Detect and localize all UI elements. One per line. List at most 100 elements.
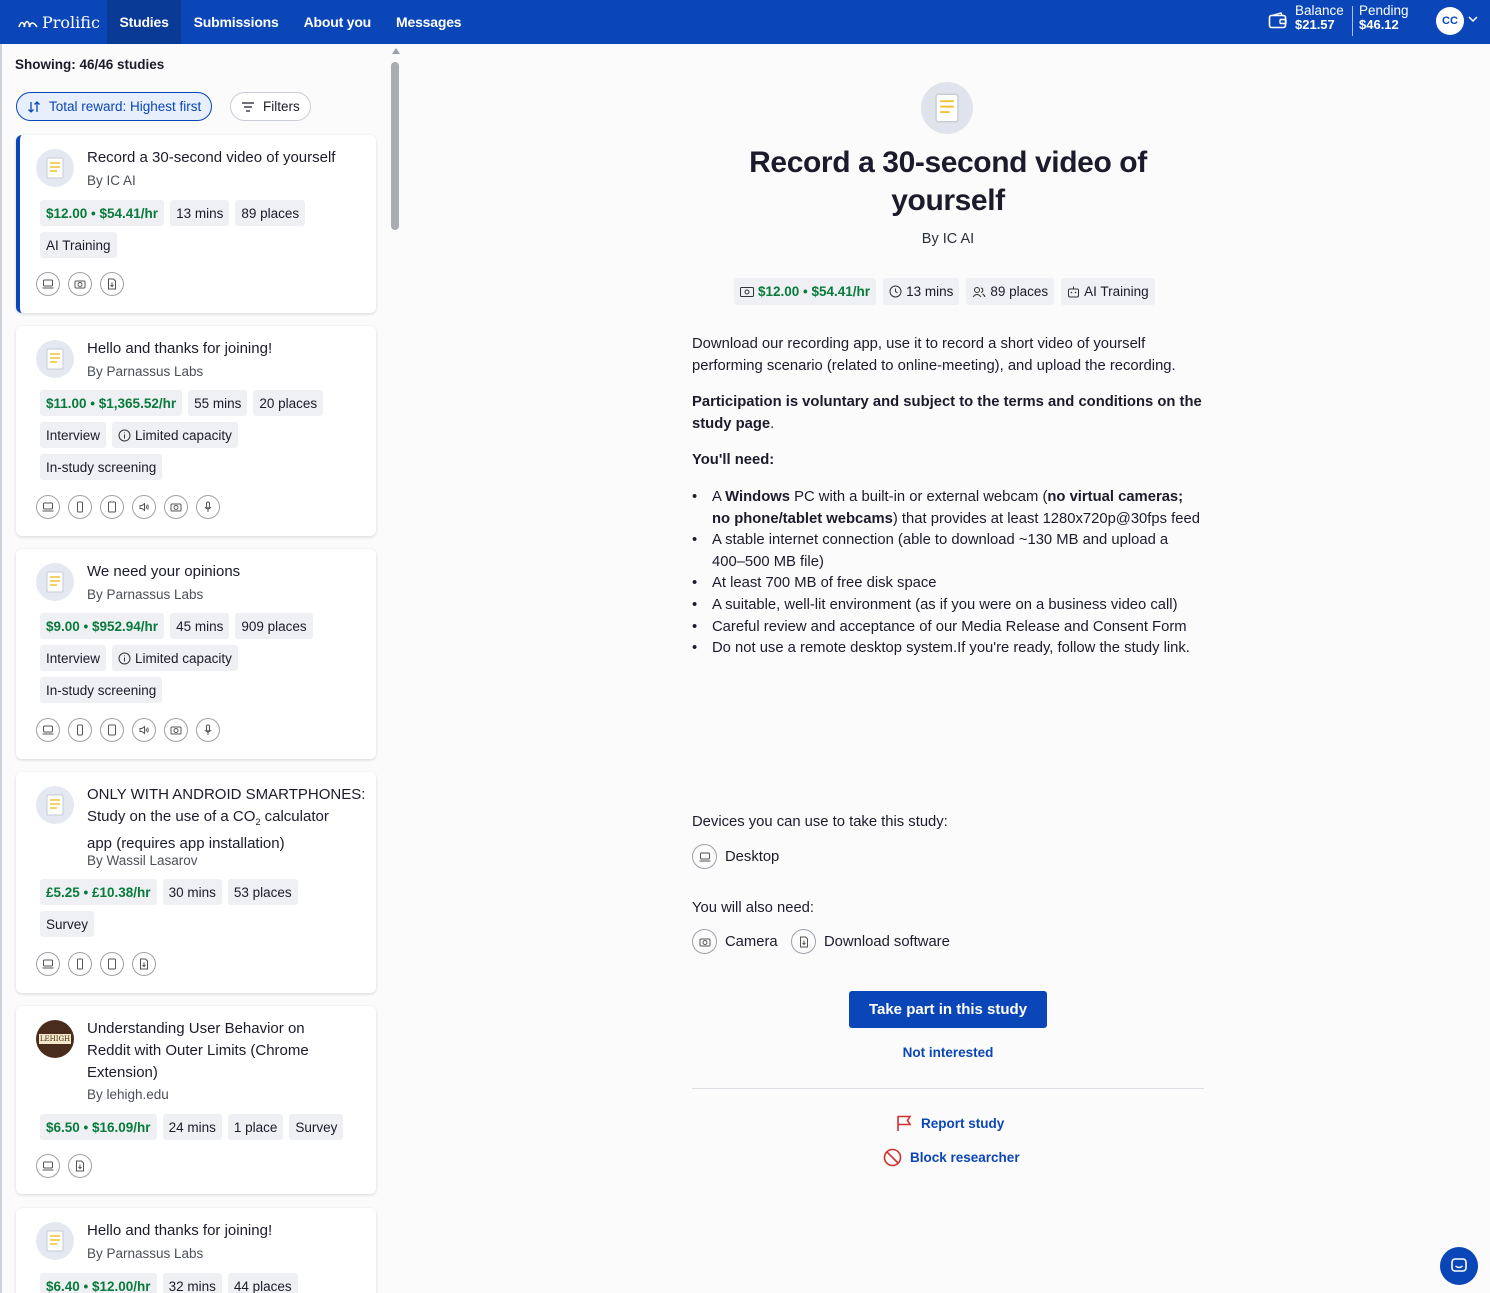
audio-icon bbox=[132, 718, 156, 742]
download-software-icon bbox=[132, 952, 156, 976]
list-text: PC with a built-in or external webcam ( bbox=[789, 488, 1048, 505]
places-tag: 53 places bbox=[227, 879, 298, 905]
sort-label: Total reward: Highest first bbox=[49, 99, 202, 114]
study-title: We need your opinions bbox=[87, 563, 241, 580]
study-researcher: By Wassil Lasarov bbox=[87, 853, 198, 868]
prolific-logo[interactable]: Prolific bbox=[0, 13, 107, 32]
chat-support-button[interactable] bbox=[1440, 1247, 1478, 1285]
chat-icon bbox=[1451, 1258, 1467, 1272]
money-icon bbox=[740, 286, 754, 297]
camera-icon bbox=[692, 929, 717, 954]
reward-label: $12.00 • $54.41/hr bbox=[758, 284, 871, 299]
nav-submissions[interactable]: Submissions bbox=[181, 0, 291, 44]
list-item: A suitable, well-lit environment (as if … bbox=[692, 595, 1204, 617]
camera-icon bbox=[164, 495, 188, 519]
category-tag: Interview bbox=[40, 645, 107, 671]
scroll-up-arrow[interactable] bbox=[392, 48, 400, 54]
nav-messages[interactable]: Messages bbox=[384, 0, 474, 44]
report-study-link[interactable]: Report study bbox=[896, 1114, 1004, 1132]
not-interested-link[interactable]: Not interested bbox=[849, 1045, 1047, 1060]
duration-tag: 32 mins bbox=[162, 1273, 222, 1293]
study-card[interactable]: Record a 30-second video of yourself By … bbox=[16, 135, 376, 313]
reward-tag: £5.25 • £10.38/hr bbox=[40, 879, 157, 905]
scroll-thumb[interactable] bbox=[391, 62, 399, 230]
devices-label: Devices you can use to take this study: bbox=[692, 814, 948, 830]
need-heading-text: You'll need: bbox=[692, 452, 775, 469]
mobile-icon bbox=[68, 718, 92, 742]
desktop-icon bbox=[36, 1154, 60, 1178]
desktop-icon bbox=[692, 844, 717, 869]
study-title: Understanding User Behavior on Reddit wi… bbox=[87, 1020, 309, 1081]
places-tag: 44 places bbox=[227, 1273, 298, 1293]
tablet-icon bbox=[100, 952, 124, 976]
user-avatar[interactable]: CC bbox=[1436, 7, 1464, 35]
pending-display[interactable]: Pending $46.12 bbox=[1359, 4, 1409, 32]
top-nav-bar: Prolific Studies Submissions About you M… bbox=[0, 0, 1490, 44]
duration-tag: 13 mins bbox=[883, 278, 960, 305]
balance-label: Balance bbox=[1295, 3, 1344, 18]
requirement-camera: Camera bbox=[692, 929, 778, 954]
study-title: ONLY WITH ANDROID SMARTPHONES: Study on … bbox=[87, 784, 372, 855]
category-tag: Survey bbox=[40, 911, 95, 937]
wallet-icon bbox=[1268, 12, 1287, 29]
study-thumbnail-icon bbox=[921, 82, 973, 134]
info-icon bbox=[118, 652, 131, 664]
tablet-icon bbox=[100, 495, 124, 519]
study-thumbnail-icon bbox=[36, 786, 74, 824]
study-card[interactable]: LEHIGH Understanding User Behavior on Re… bbox=[16, 1006, 376, 1194]
study-card[interactable]: ONLY WITH ANDROID SMARTPHONES: Study on … bbox=[16, 772, 376, 993]
requirement-software: Download software bbox=[791, 929, 950, 954]
category-tag: Interview bbox=[40, 422, 107, 448]
microphone-icon bbox=[196, 495, 220, 519]
limited-capacity-label: Limited capacity bbox=[135, 650, 232, 666]
study-card[interactable]: We need your opinions By Parnassus Labs … bbox=[16, 549, 376, 759]
places-tag: 20 places bbox=[253, 390, 324, 416]
study-card[interactable]: Hello and thanks for joining! By Parnass… bbox=[16, 1208, 376, 1293]
prolific-waves-icon bbox=[18, 20, 38, 28]
balance-display[interactable]: Balance $21.57 bbox=[1295, 4, 1344, 32]
nav-about-you[interactable]: About you bbox=[291, 0, 383, 44]
study-description: Download our recording app, use it to re… bbox=[692, 334, 1204, 660]
filters-label: Filters bbox=[263, 99, 300, 114]
device-desktop: Desktop bbox=[692, 844, 779, 869]
logo-text: Prolific bbox=[42, 12, 100, 32]
download-software-icon bbox=[68, 1154, 92, 1178]
list-bold: Windows bbox=[725, 488, 790, 505]
nav-studies[interactable]: Studies bbox=[107, 0, 182, 44]
places-tag: 909 places bbox=[235, 613, 313, 639]
reward-tag: $12.00 • $54.41/hr bbox=[734, 278, 877, 305]
category-tag: AI Training bbox=[40, 232, 117, 258]
limited-capacity-label: Limited capacity bbox=[135, 427, 232, 443]
duration-tag: 55 mins bbox=[188, 390, 248, 416]
lehigh-logo-text: LEHIGH bbox=[38, 1034, 72, 1044]
screening-tag: In-study screening bbox=[40, 454, 163, 480]
duration-tag: 13 mins bbox=[170, 200, 230, 226]
study-card[interactable]: Hello and thanks for joining! By Parnass… bbox=[16, 326, 376, 536]
study-title: Hello and thanks for joining! bbox=[87, 340, 273, 357]
duration-tag: 30 mins bbox=[162, 879, 222, 905]
camera-icon bbox=[68, 272, 92, 296]
category-tag: AI Training bbox=[1061, 278, 1155, 305]
filters-button[interactable]: Filters bbox=[230, 92, 311, 121]
reward-tag: $9.00 • $952.94/hr bbox=[40, 613, 165, 639]
take-part-button[interactable]: Take part in this study bbox=[849, 991, 1047, 1028]
sort-button[interactable]: Total reward: Highest first bbox=[16, 92, 213, 121]
title-line: ONLY WITH ANDROID SMARTPHONES: bbox=[87, 786, 366, 803]
need-heading: You'll need: bbox=[692, 450, 1204, 472]
limited-capacity-tag: Limited capacity bbox=[112, 645, 238, 671]
download-software-icon bbox=[791, 929, 816, 954]
also-need-label: You will also need: bbox=[692, 900, 815, 916]
list-text: A bbox=[712, 488, 726, 505]
device-desktop-label: Desktop bbox=[725, 848, 780, 865]
balance-divider bbox=[1352, 6, 1353, 36]
block-researcher-link[interactable]: Block researcher bbox=[883, 1148, 1020, 1167]
chevron-down-icon[interactable] bbox=[1468, 14, 1478, 24]
list-scrollbar[interactable] bbox=[390, 48, 400, 1293]
study-researcher: By Parnassus Labs bbox=[87, 587, 204, 602]
study-title: Record a 30-second video of yourself bbox=[749, 146, 1147, 217]
study-researcher: By IC AI bbox=[87, 173, 136, 188]
download-software-icon bbox=[100, 272, 124, 296]
flag-icon bbox=[897, 1115, 912, 1131]
duration-label: 13 mins bbox=[906, 284, 954, 299]
lehigh-logo: LEHIGH bbox=[36, 1020, 74, 1058]
